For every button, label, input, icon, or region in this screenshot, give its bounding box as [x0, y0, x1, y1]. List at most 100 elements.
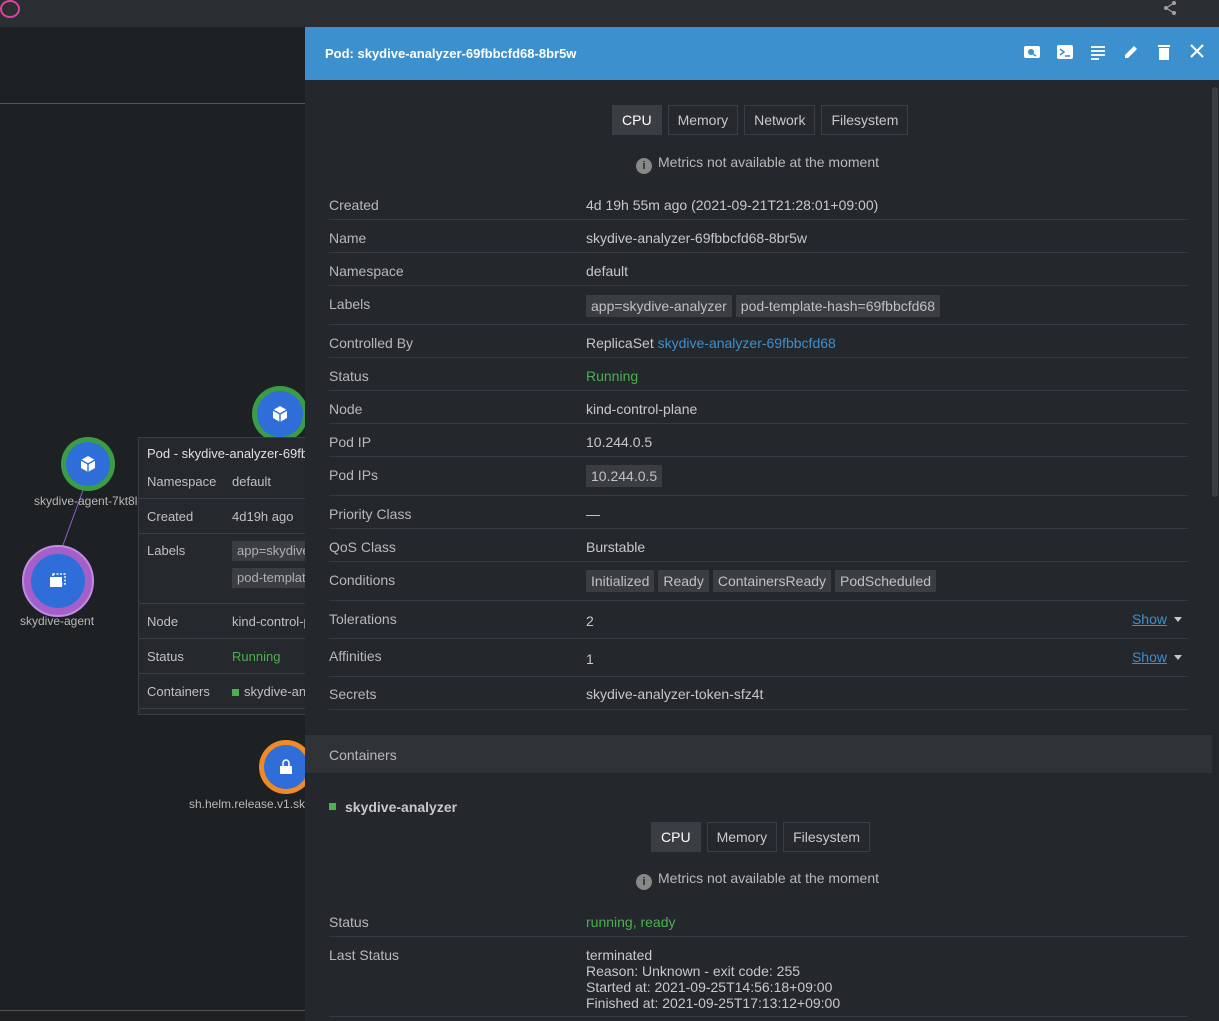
detail-row-qos-class: QoS Class Burstable: [329, 529, 1188, 562]
secret-icon: [264, 745, 305, 789]
detail-value: Burstable: [586, 539, 646, 555]
tooltip-title: Pod - skydive-analyzer-69fbbcfd68-8br5w: [147, 446, 305, 461]
caret-down-icon: [1174, 655, 1182, 660]
user-avatar-icon[interactable]: [0, 0, 20, 18]
delete-icon[interactable]: [1153, 43, 1175, 65]
drawer-scrollbar[interactable]: [1212, 87, 1218, 497]
close-icon[interactable]: [1186, 43, 1208, 65]
tooltip-key: Containers: [147, 684, 210, 699]
container-status-value: running, ready: [586, 914, 676, 930]
detail-key: Status: [329, 914, 369, 930]
controller-kind: ReplicaSet: [586, 335, 654, 351]
detail-row-node: Node kind-control-plane: [329, 391, 1188, 424]
detail-key: Tolerations: [329, 611, 397, 627]
detail-row-namespace: Namespace default: [329, 253, 1188, 286]
label-chip: app=skydive-analyzer: [232, 541, 305, 561]
detail-key: Conditions: [329, 572, 396, 588]
topology-node-daemonset[interactable]: [22, 545, 94, 617]
detail-value: default: [586, 263, 629, 279]
metrics-message-text: Metrics not available at the moment: [658, 870, 879, 886]
container-status-dot: [329, 803, 336, 810]
container-status-row: Status running, ready: [329, 904, 1188, 937]
status-value: Running: [586, 368, 639, 384]
tooltip-row: Namespace default: [139, 465, 305, 499]
info-icon: i: [636, 158, 652, 174]
detail-key: Secrets: [329, 686, 377, 702]
tooltip-key: Labels: [147, 543, 186, 558]
topology-node-pod[interactable]: [61, 437, 115, 491]
detail-key: Node: [329, 401, 363, 417]
labels-value: app=skydive-analyzer pod-template-hash=69…: [586, 295, 944, 317]
label-chip: app=skydive-analyzer: [586, 295, 732, 317]
detail-row-status: Status Running: [329, 358, 1188, 391]
shell-icon[interactable]: [1054, 43, 1076, 65]
detail-value: 10.244.0.5: [586, 434, 653, 450]
show-label: Show: [1131, 649, 1167, 665]
container-name: skydive-analyzer: [329, 799, 457, 815]
cube-icon: [66, 442, 110, 486]
label-chip: pod-template-hash=69fbbcfd68: [735, 295, 940, 317]
drawer-title: Pod: skydive-analyzer-69fbbcfd68-8br5w: [325, 46, 577, 61]
containers-section-header: Containers: [305, 735, 1212, 773]
pod-ips-value: 10.244.0.5: [586, 465, 666, 487]
container-status-dot: [232, 689, 239, 697]
pod-details-drawer: Pod: skydive-analyzer-69fbbcfd68-8br5w C…: [305, 27, 1219, 1021]
container-metrics-message: i Metrics not available at the moment: [636, 870, 879, 890]
caret-down-icon: [1174, 617, 1182, 622]
topology-header: [0, 27, 305, 104]
tooltip-key: Node: [147, 614, 179, 629]
tooltip-container-name: skydive-analyzer: [244, 684, 305, 699]
container-last-status-row: Last Status terminated Reason: Unknown -…: [329, 937, 1188, 1017]
detail-row-conditions: Conditions Initialized Ready ContainersRea…: [329, 562, 1188, 601]
detail-value: 1: [586, 651, 594, 667]
logs-icon[interactable]: [1087, 43, 1109, 65]
tab-filesystem[interactable]: Filesystem: [821, 105, 909, 135]
tab-cpu[interactable]: CPU: [612, 105, 662, 135]
last-status-line: Finished at: 2021-09-25T17:13:12+09:00: [586, 995, 841, 1011]
controlled-by-value: ReplicaSet skydive-analyzer-69fbbcfd68: [586, 335, 836, 351]
tooltip-value: default: [232, 474, 272, 489]
detail-key: Priority Class: [329, 506, 412, 522]
secret-link[interactable]: skydive-analyzer-token-sfz4t: [586, 686, 763, 702]
last-status-line: Started at: 2021-09-25T14:56:18+09:00: [586, 979, 833, 995]
tooltip-row: Status Running: [139, 639, 305, 674]
detail-row-affinities: Affinities 1 Show: [329, 639, 1188, 677]
tooltip-status-value: Running: [232, 649, 281, 664]
container-tab-memory[interactable]: Memory: [706, 822, 778, 852]
pod-tooltip: Pod - skydive-analyzer-69fbbcfd68-8br5w …: [138, 437, 305, 715]
conditions-value: Initialized Ready ContainersReady PodSchedu…: [586, 570, 940, 592]
container-tab-cpu[interactable]: CPU: [651, 822, 701, 852]
container-tab-filesystem[interactable]: Filesystem: [783, 822, 871, 852]
detail-key: Name: [329, 230, 367, 246]
last-status-value: terminated Reason: Unknown - exit code: …: [586, 947, 840, 1011]
detail-value: 2: [586, 613, 594, 629]
tab-memory[interactable]: Memory: [667, 105, 739, 135]
topology-node-label: skydive-agent-7kt8l: [34, 494, 138, 508]
detail-row-controlled-by: Controlled By ReplicaSet skydive-analyze…: [329, 325, 1188, 358]
container-name-text: skydive-analyzer: [345, 799, 458, 815]
ip-chip: 10.244.0.5: [586, 465, 663, 487]
share-icon[interactable]: [1160, 0, 1180, 18]
tolerations-show-toggle[interactable]: Show: [1132, 611, 1182, 627]
tooltip-row: Labels app=skydive-analyzer pod-template…: [139, 534, 305, 604]
condition-chip: ContainersReady: [712, 570, 832, 592]
detail-key: Pod IP: [329, 434, 372, 450]
detail-key: Controlled By: [329, 335, 414, 351]
tab-network[interactable]: Network: [744, 105, 816, 135]
topology-node-secret[interactable]: [259, 740, 305, 794]
node-link[interactable]: kind-control-plane: [586, 401, 697, 417]
detail-row-name: Name skydive-analyzer-69fbbcfd68-8br5w: [329, 220, 1188, 253]
affinities-show-toggle[interactable]: Show: [1132, 649, 1182, 665]
controller-link[interactable]: skydive-analyzer-69fbbcfd68: [658, 335, 836, 351]
attach-icon[interactable]: [1021, 43, 1043, 65]
detail-key: Status: [329, 368, 369, 384]
topology-node-pod[interactable]: [252, 386, 305, 442]
topology-view: skydive-agent-7kt8l skydive-agent sh.hel…: [0, 27, 305, 1021]
detail-key: Pod IPs: [329, 467, 379, 483]
container-metric-tabs: CPU Memory Filesystem: [651, 822, 871, 852]
detail-key: QoS Class: [329, 539, 396, 555]
edit-icon[interactable]: [1120, 43, 1142, 65]
detail-row-secrets: Secrets skydive-analyzer-token-sfz4t: [329, 677, 1188, 710]
detail-value: —: [586, 506, 600, 522]
detail-key: Namespace: [329, 263, 404, 279]
